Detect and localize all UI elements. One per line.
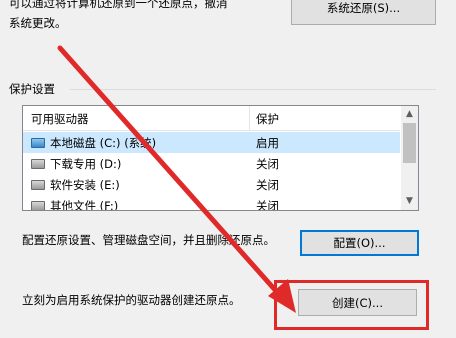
annotation-arrow-icon (57, 45, 296, 313)
